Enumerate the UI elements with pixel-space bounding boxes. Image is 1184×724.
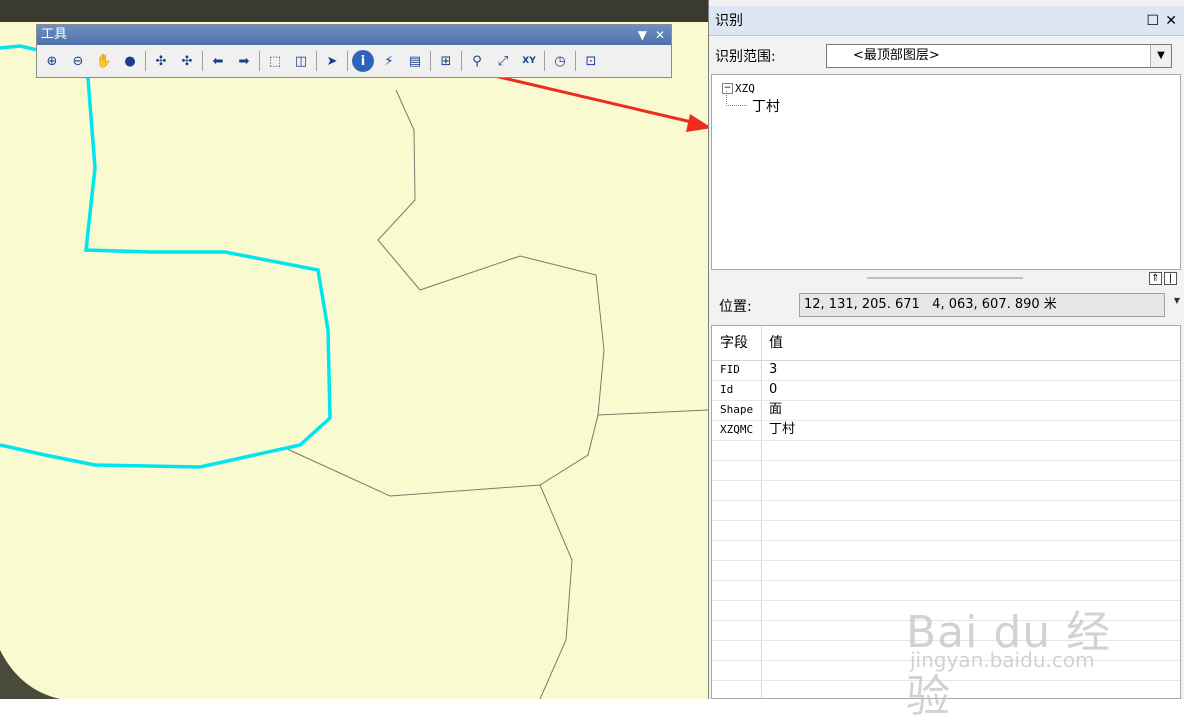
empty-table-row xyxy=(712,460,1180,481)
map-canvas[interactable] xyxy=(0,0,708,699)
empty-table-row xyxy=(712,480,1180,501)
expand-up-icon[interactable]: ⇑ xyxy=(1149,272,1162,285)
tools-toolbar[interactable]: 工具 ▼ ✕ ⊕ ⊖ ✋ ● ✣ ✣ ⬅ ➡ ⬚ ◫ ➤ i ⚡ ▤ ⊞ ⚲ ⤢ XY ◷ ⊡ xyxy=(36,24,672,78)
identify-panel-title: 识别 xyxy=(715,13,743,29)
toolbar-separator xyxy=(145,51,146,71)
toolbar-title: 工具 xyxy=(41,27,68,42)
table-row[interactable]: FID 3 xyxy=(712,360,1180,381)
location-value: 12, 131, 205. 671 4, 063, 607. 890 米 xyxy=(799,293,1165,317)
toolbar-separator xyxy=(575,51,576,71)
find-route-icon[interactable]: ⤢ xyxy=(492,50,514,72)
tree-connector xyxy=(726,91,747,106)
identify-scope-value: <最顶部图层> xyxy=(853,48,940,63)
location-options-icon[interactable]: ▼ xyxy=(1174,296,1180,305)
watermark-url: jingyan.baidu.com xyxy=(910,648,1095,672)
select-features-icon[interactable]: ⬚ xyxy=(264,50,286,72)
baidu-jingyan-watermark: Bai du 经验 jingyan.baidu.com xyxy=(906,566,1136,722)
toolbar-separator xyxy=(259,51,260,71)
value-cell: 面 xyxy=(769,402,783,417)
toolbar-separator xyxy=(544,51,545,71)
chevron-down-icon[interactable]: ▼ xyxy=(1150,45,1171,67)
identify-results-tree[interactable]: − XZQ 丁村 xyxy=(711,74,1181,270)
tree-feature-item[interactable]: 丁村 xyxy=(752,96,780,116)
toolbar-separator xyxy=(202,51,203,71)
go-to-xy-icon[interactable]: XY xyxy=(518,50,540,72)
toolbar-separator xyxy=(316,51,317,71)
table-row[interactable]: Shape 面 xyxy=(712,400,1180,421)
maximize-icon[interactable]: ☐ xyxy=(1146,6,1159,36)
toolbar-options-icon[interactable]: ▼ xyxy=(638,25,647,45)
viewer-window-icon[interactable]: ⊡ xyxy=(580,50,602,72)
table-row[interactable]: Id 0 xyxy=(712,380,1180,401)
field-cell: Id xyxy=(720,383,734,396)
toolbar-separator xyxy=(461,51,462,71)
value-cell: 0 xyxy=(769,382,778,397)
imagery-strip xyxy=(0,0,708,22)
toolbar-titlebar[interactable]: 工具 ▼ ✕ xyxy=(37,25,671,45)
toolbar-button-row: ⊕ ⊖ ✋ ● ✣ ✣ ⬅ ➡ ⬚ ◫ ➤ i ⚡ ▤ ⊞ ⚲ ⤢ XY ◷ ⊡ xyxy=(41,48,606,74)
select-elements-pointer-icon[interactable]: ➤ xyxy=(321,50,343,72)
map-polygons xyxy=(0,22,708,699)
identify-scope-dropdown[interactable]: <最顶部图层> ▼ xyxy=(826,44,1172,68)
forward-arrow-icon[interactable]: ➡ xyxy=(233,50,255,72)
map-view[interactable] xyxy=(0,0,708,699)
empty-table-row xyxy=(712,500,1180,521)
field-column-header[interactable]: 字段 xyxy=(720,326,748,360)
fixed-zoom-out-icon[interactable]: ✣ xyxy=(176,50,198,72)
empty-table-row xyxy=(712,520,1180,541)
pan-hand-icon[interactable]: ✋ xyxy=(93,50,115,72)
back-arrow-icon[interactable]: ⬅ xyxy=(207,50,229,72)
zoom-in-icon[interactable]: ⊕ xyxy=(41,50,63,72)
empty-table-row xyxy=(712,540,1180,561)
html-popup-icon[interactable]: ▤ xyxy=(404,50,426,72)
field-cell: XZQMC xyxy=(720,423,754,436)
field-cell: Shape xyxy=(720,403,754,416)
toolbar-separator xyxy=(347,51,348,71)
toolbar-close-icon[interactable]: ✕ xyxy=(655,25,665,45)
grid-header: 字段 值 xyxy=(712,326,1180,361)
empty-table-row xyxy=(712,440,1180,461)
location-label: 位置: xyxy=(719,299,752,315)
fixed-zoom-in-icon[interactable]: ✣ xyxy=(150,50,172,72)
identify-panel-titlebar[interactable]: 识别 ☐ ✕ xyxy=(709,6,1184,36)
field-cell: FID xyxy=(720,363,740,376)
panel-splitter[interactable]: ⇑ | xyxy=(711,272,1181,285)
zoom-out-icon[interactable]: ⊖ xyxy=(67,50,89,72)
value-cell: 3 xyxy=(769,362,778,377)
close-icon[interactable]: ✕ xyxy=(1165,6,1177,36)
splitter-grip[interactable] xyxy=(867,277,1023,279)
hyperlink-icon[interactable]: ⚡ xyxy=(378,50,400,72)
split-icon[interactable]: | xyxy=(1164,272,1177,285)
value-column-header[interactable]: 值 xyxy=(769,326,783,360)
toolbar-separator xyxy=(430,51,431,71)
find-binoculars-icon[interactable]: ⚲ xyxy=(466,50,488,72)
identify-icon[interactable]: i xyxy=(352,50,374,72)
measure-icon[interactable]: ⊞ xyxy=(435,50,457,72)
time-slider-icon[interactable]: ◷ xyxy=(549,50,571,72)
table-row[interactable]: XZQMC 丁村 xyxy=(712,420,1180,441)
value-cell: 丁村 xyxy=(769,422,796,437)
identify-scope-label: 识别范围: xyxy=(715,49,776,65)
clear-selection-icon[interactable]: ◫ xyxy=(290,50,312,72)
full-extent-globe-icon[interactable]: ● xyxy=(119,50,141,72)
